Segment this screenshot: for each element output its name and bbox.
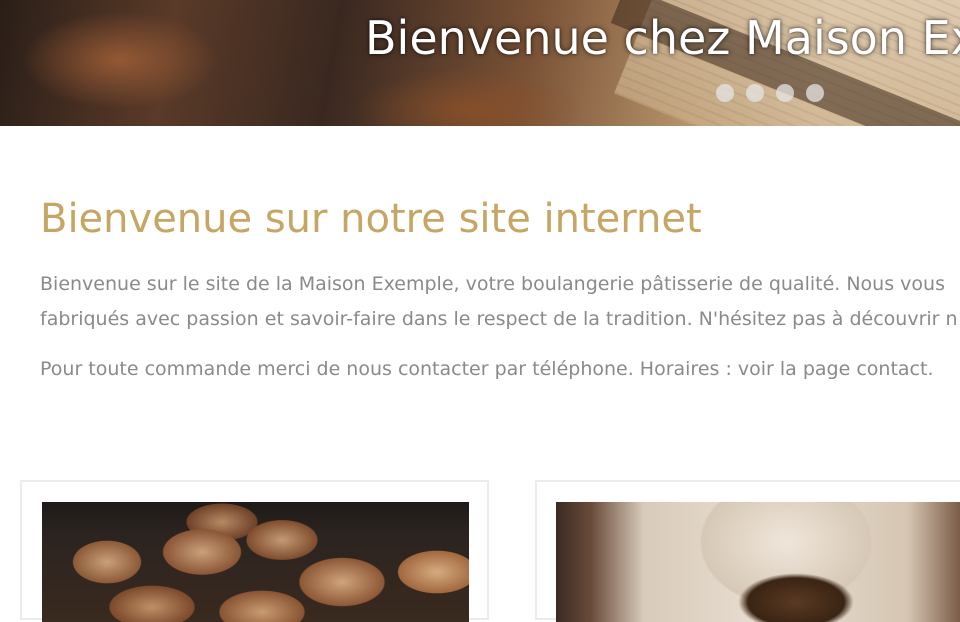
card-image-baker[interactable] (556, 502, 960, 622)
baker-holding-bread-image (556, 502, 960, 622)
feature-card-baker[interactable] (535, 480, 960, 622)
slider-dot-3[interactable] (776, 84, 794, 102)
hero-title: Bienvenue chez Maison Exemple (365, 11, 960, 65)
intro-paragraph-line-1: Bienvenue sur le site de la Maison Exemp… (40, 273, 945, 295)
intro-paragraph: Bienvenue sur le site de la Maison Exemp… (40, 267, 958, 337)
slider-dot-2[interactable] (746, 84, 764, 102)
slider-pagination (716, 84, 824, 102)
slider-dot-4[interactable] (806, 84, 824, 102)
order-info-paragraph: Pour toute commande merci de nous contac… (40, 358, 934, 380)
feature-card-breads[interactable] (20, 480, 489, 622)
page-title: Bienvenue sur notre site internet (40, 196, 702, 242)
card-image-breads[interactable] (42, 502, 469, 622)
slider-dot-1[interactable] (716, 84, 734, 102)
bread-loaves-image (42, 502, 469, 622)
intro-paragraph-line-2: fabriqués avec passion et savoir-faire d… (40, 308, 958, 330)
hero-slider: Bienvenue chez Maison Exemple (0, 0, 960, 126)
